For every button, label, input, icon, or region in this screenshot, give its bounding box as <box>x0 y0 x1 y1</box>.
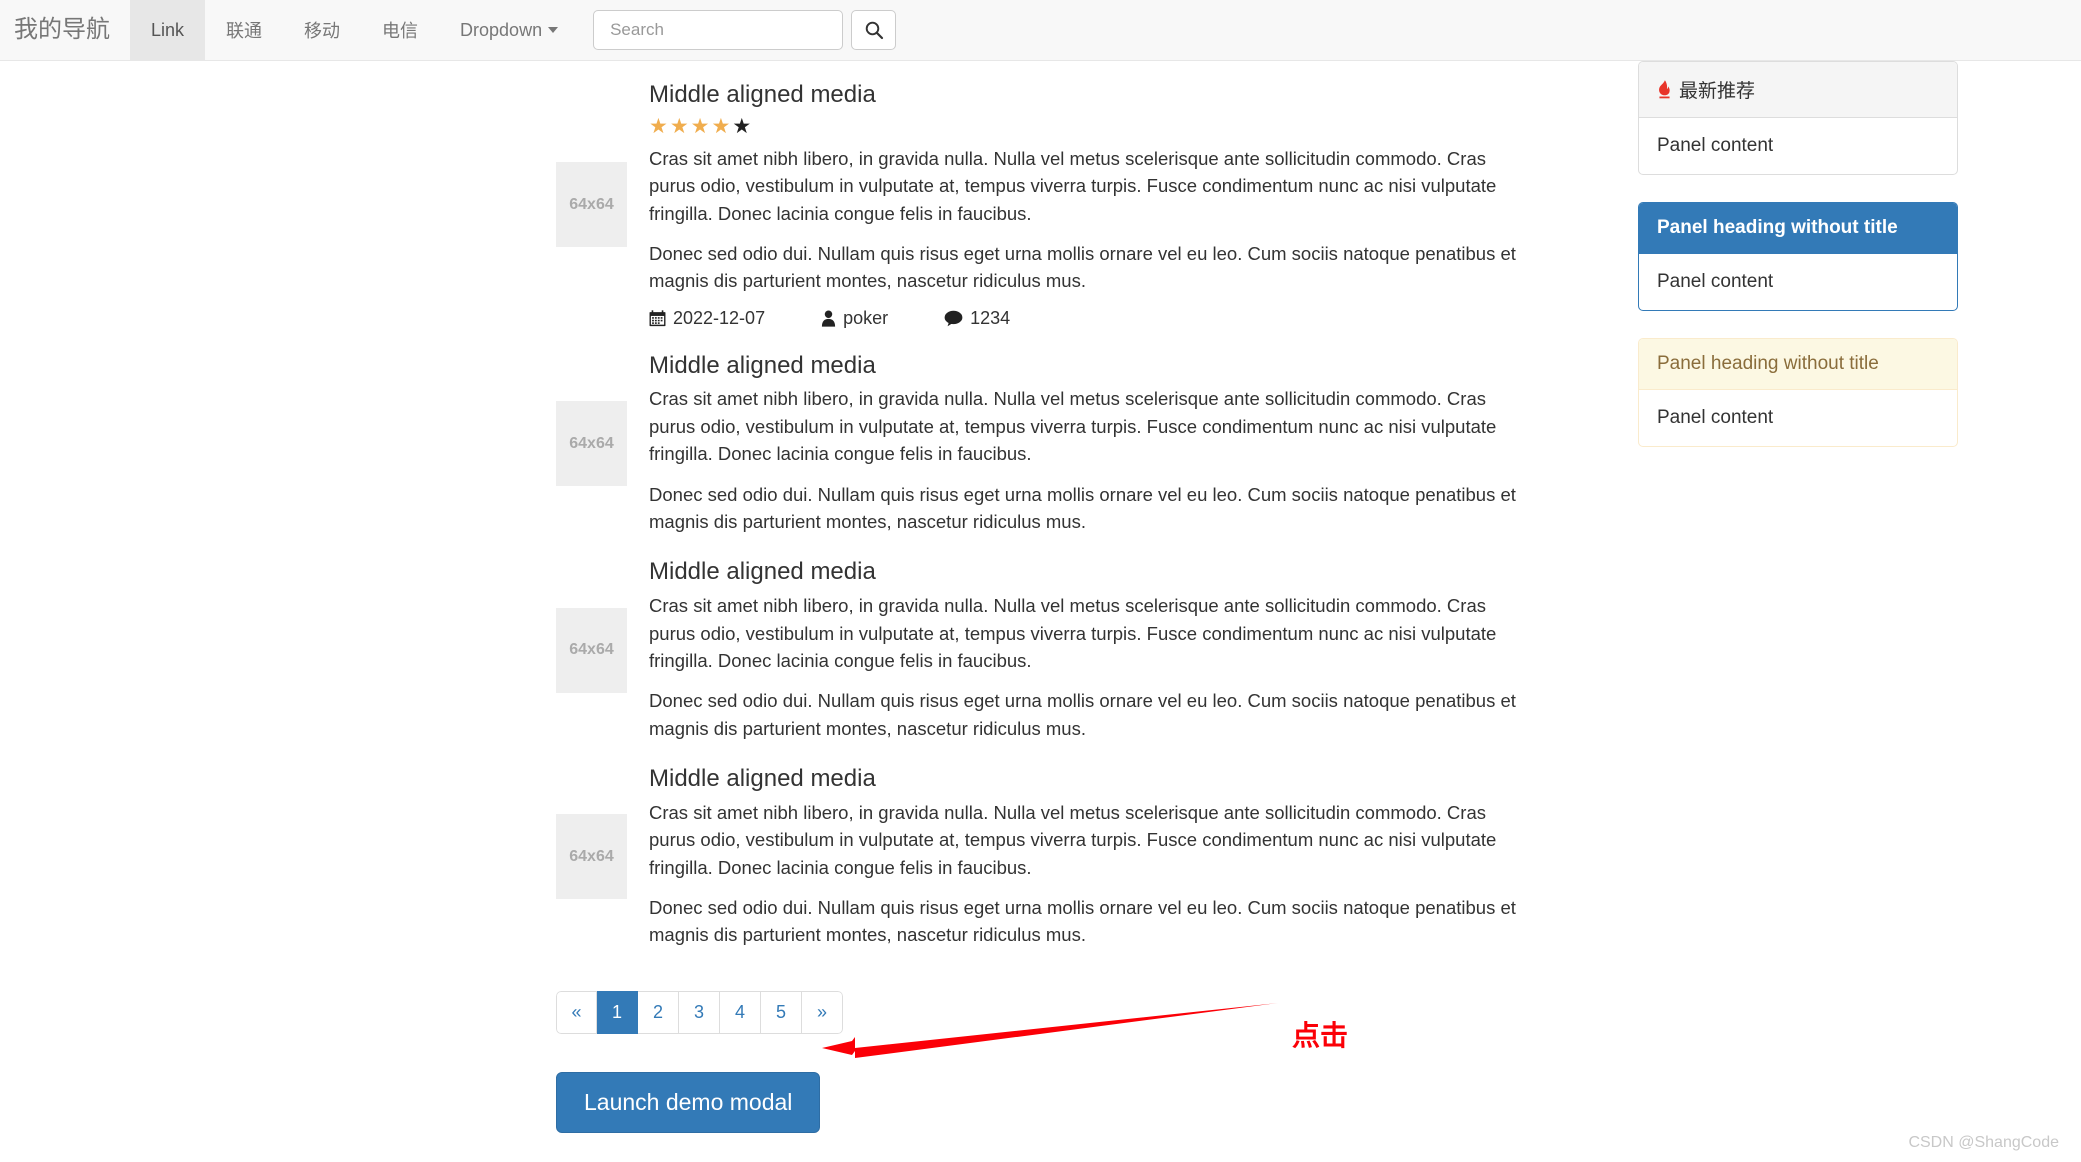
panel-heading-text: 最新推荐 <box>1679 81 1756 102</box>
panel-latest-recommend: 最新推荐 Panel content <box>1638 61 1958 175</box>
pagination-page-2[interactable]: 2 <box>638 990 679 1034</box>
top-navbar: 我的导航 Link 联通 移动 电信 Dropdown <box>0 0 2081 61</box>
nav-item-label: Link <box>151 19 185 40</box>
thumbnail-placeholder: 64x64 <box>556 814 627 900</box>
thumbnail-placeholder: 64x64 <box>556 162 627 248</box>
rating-stars: ★★★★★ <box>649 116 1526 137</box>
media-paragraph: Cras sit amet nibh libero, in gravida nu… <box>649 595 1497 671</box>
media-heading: Middle aligned media <box>649 558 876 586</box>
nav-item-dropdown[interactable]: Dropdown <box>439 0 579 60</box>
panel-body: Panel content <box>1657 135 1774 156</box>
panel-heading: Panel heading without title <box>1639 203 1957 254</box>
pagination-page-1[interactable]: 1 <box>597 990 638 1034</box>
annotation-label: 点击 <box>1292 1020 1349 1051</box>
media-heading: Middle aligned media <box>649 81 876 108</box>
media-paragraph: Cras sit amet nibh libero, in gravida nu… <box>649 801 1497 878</box>
media-thumbnail-wrap: 64x64 <box>556 607 641 693</box>
pagination-next[interactable]: » <box>802 990 843 1034</box>
user-icon <box>821 310 836 327</box>
meta-author-text: poker <box>843 307 889 328</box>
search-icon <box>865 21 883 40</box>
media-body: Middle aligned media Cras sit amet nibh … <box>641 558 1526 742</box>
star-filled-icon: ★ <box>669 114 691 138</box>
media-item: 64x64 Middle aligned media Cras sit amet… <box>556 558 1526 742</box>
navbar-brand[interactable]: 我的导航 <box>0 0 130 60</box>
media-thumbnail-wrap: 64x64 <box>556 162 641 248</box>
main-content-column: 64x64 Middle aligned media ★★★★★ Cras si… <box>556 61 1526 1134</box>
search-input[interactable] <box>593 10 844 50</box>
chevron-down-icon <box>548 27 559 33</box>
flame-icon <box>1657 79 1672 100</box>
thumbnail-placeholder: 64x64 <box>556 607 627 693</box>
thumbnail-placeholder: 64x64 <box>556 401 627 486</box>
media-item: 64x64 Middle aligned media Cras sit amet… <box>556 765 1526 949</box>
nav-item-dianxin[interactable]: 电信 <box>361 0 439 60</box>
meta-date-text: 2022-12-07 <box>673 307 766 328</box>
meta-author: poker <box>821 308 888 329</box>
nav-item-label: Dropdown <box>460 19 543 40</box>
media-paragraph: Cras sit amet nibh libero, in gravida nu… <box>649 388 1497 465</box>
star-empty-icon: ★ <box>732 114 754 138</box>
watermark: CSDN @ShangCode <box>1908 1134 2059 1151</box>
nav-item-label: 联通 <box>226 21 263 41</box>
media-body: Middle aligned media Cras sit amet nibh … <box>641 352 1526 536</box>
pagination-prev[interactable]: « <box>556 990 597 1034</box>
media-heading: Middle aligned media <box>649 765 876 793</box>
media-paragraph: Cras sit amet nibh libero, in gravida nu… <box>649 147 1497 224</box>
navbar-search-form <box>593 0 897 60</box>
search-button[interactable] <box>851 10 897 50</box>
panel-body: Panel content <box>1657 271 1774 292</box>
star-filled-icon: ★ <box>649 114 670 138</box>
panel-primary-no-title: Panel heading without title Panel conten… <box>1638 202 1958 311</box>
nav-item-label: 移动 <box>304 21 341 41</box>
launch-demo-modal-button[interactable]: Launch demo modal <box>556 1071 821 1134</box>
media-paragraph: Donec sed odio dui. Nullam quis risus eg… <box>649 896 1516 946</box>
media-paragraph: Donec sed odio dui. Nullam quis risus eg… <box>649 483 1516 532</box>
pagination-page-5[interactable]: 5 <box>761 990 802 1034</box>
media-body: Middle aligned media Cras sit amet nibh … <box>641 765 1526 949</box>
pagination-page-3[interactable]: 3 <box>679 990 720 1034</box>
nav-item-yidong[interactable]: 移动 <box>283 0 361 60</box>
media-paragraph: Donec sed odio dui. Nullam quis risus eg… <box>649 690 1516 739</box>
media-item: 64x64 Middle aligned media ★★★★★ Cras si… <box>556 81 1526 329</box>
navbar-links: Link 联通 移动 电信 Dropdown <box>130 0 579 60</box>
calendar-icon <box>649 309 666 327</box>
nav-item-link[interactable]: Link <box>130 0 206 60</box>
media-thumbnail-wrap: 64x64 <box>556 401 641 486</box>
comment-icon <box>944 310 963 327</box>
panel-heading: 最新推荐 <box>1639 62 1957 118</box>
media-thumbnail-wrap: 64x64 <box>556 814 641 900</box>
nav-item-label: 电信 <box>382 21 419 41</box>
media-heading: Middle aligned media <box>649 351 876 379</box>
meta-comments: 1234 <box>944 308 1010 329</box>
media-body: Middle aligned media ★★★★★ Cras sit amet… <box>641 81 1526 329</box>
star-filled-icon: ★ <box>711 114 733 138</box>
sidebar-panels-column: 最新推荐 Panel content Panel heading without… <box>1638 61 1958 474</box>
pagination: « 1 2 3 4 5 » <box>556 990 843 1034</box>
panel-warning-no-title: Panel heading without title Panel conten… <box>1638 338 1958 447</box>
media-meta-row: 2022-12-07 poker 1234 <box>649 308 1526 329</box>
meta-date: 2022-12-07 <box>649 308 765 329</box>
media-paragraph: Donec sed odio dui. Nullam quis risus eg… <box>649 242 1516 292</box>
nav-item-liantong[interactable]: 联通 <box>205 0 283 60</box>
panel-heading: Panel heading without title <box>1639 339 1957 390</box>
pagination-page-4[interactable]: 4 <box>720 990 761 1034</box>
media-item: 64x64 Middle aligned media Cras sit amet… <box>556 352 1526 536</box>
star-filled-icon: ★ <box>690 114 712 138</box>
panel-body: Panel content <box>1657 407 1774 428</box>
meta-comments-text: 1234 <box>970 307 1011 328</box>
